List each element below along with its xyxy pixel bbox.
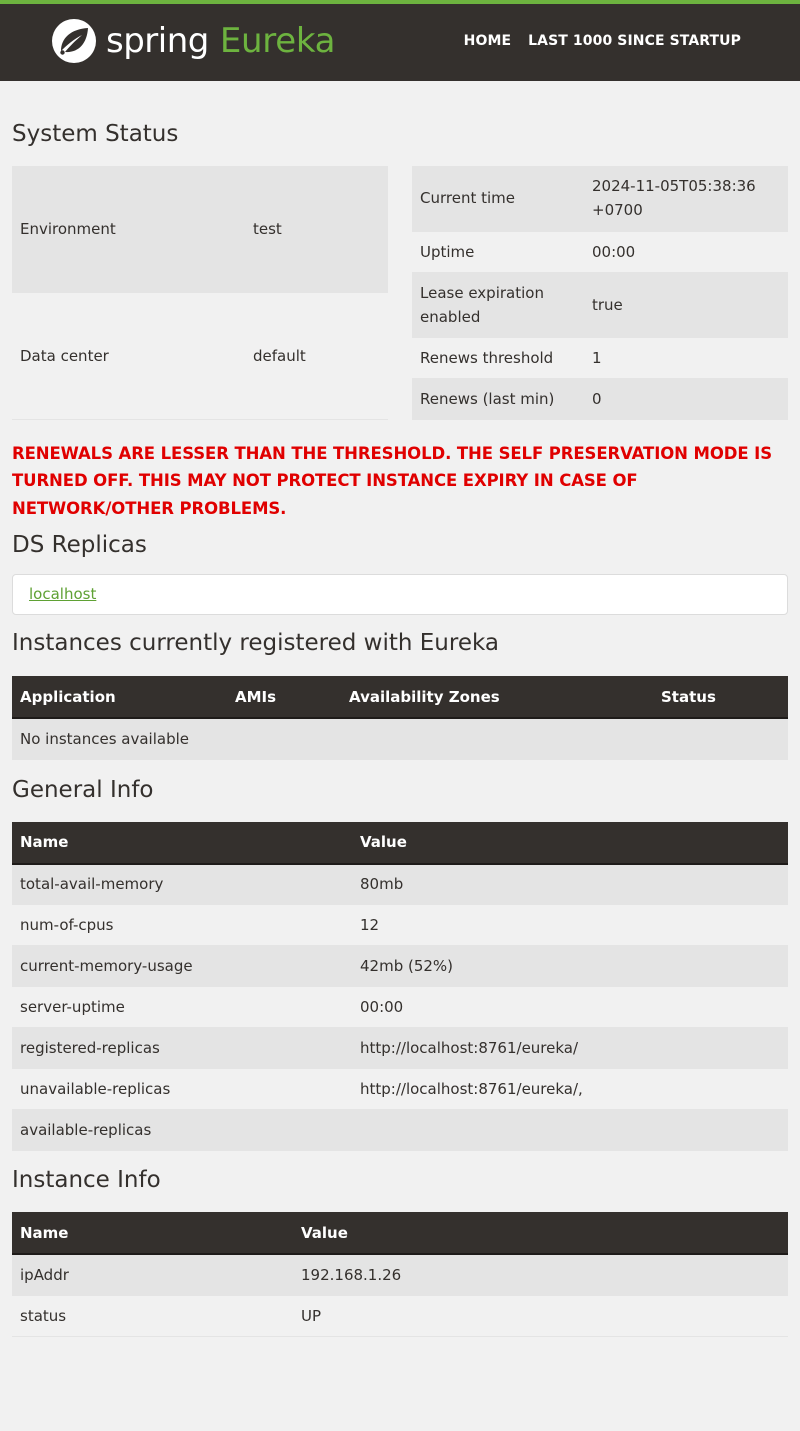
info-name: ipAddr — [12, 1254, 293, 1296]
system-status-left-table: Environment test Data center default — [12, 166, 388, 420]
status-value: 0 — [584, 378, 788, 420]
table-row: ipAddr 192.168.1.26 — [12, 1254, 788, 1296]
nav-last-1000-link[interactable]: LAST 1000 SINCE STARTUP — [528, 33, 741, 49]
table-row: status UP — [12, 1295, 788, 1337]
status-row-lease-expiration: Lease expiration enabled true — [412, 272, 788, 338]
spring-leaf-logo-icon — [52, 19, 96, 63]
replica-link-localhost[interactable]: localhost — [29, 585, 96, 603]
info-name: registered-replicas — [12, 1027, 352, 1069]
general-info-table: Name Value total-avail-memory 80mb num-o… — [12, 821, 788, 1151]
instance-info-header-row: Name Value — [12, 1212, 788, 1255]
column-header-name: Name — [12, 821, 352, 865]
status-key: Environment — [12, 166, 245, 293]
info-name: current-memory-usage — [12, 945, 352, 987]
system-status-right-table: Current time 2024-11-05T05:38:36 +0700 U… — [412, 166, 788, 420]
table-row: total-avail-memory 80mb — [12, 863, 788, 905]
info-value: 192.168.1.26 — [293, 1254, 788, 1296]
status-key: Current time — [412, 166, 584, 232]
column-header-value: Value — [352, 821, 788, 865]
column-header-application: Application — [12, 676, 227, 719]
info-name: available-replicas — [12, 1109, 352, 1151]
instances-table: Application AMIs Availability Zones Stat… — [12, 676, 788, 760]
status-row-renews-last-min: Renews (last min) 0 — [412, 378, 788, 420]
nav-home-link[interactable]: HOME — [464, 33, 512, 49]
main-nav: HOME LAST 1000 SINCE STARTUP — [464, 33, 741, 49]
status-key: Uptime — [412, 231, 584, 273]
instance-info-heading: Instance Info — [12, 1167, 161, 1193]
general-info-heading: General Info — [12, 776, 154, 803]
info-value: http://localhost:8761/eureka/ — [352, 1027, 788, 1069]
status-row-renews-threshold: Renews threshold 1 — [412, 337, 788, 379]
column-header-status: Status — [653, 676, 788, 719]
table-row: No instances available — [12, 718, 788, 760]
status-value: test — [245, 166, 388, 293]
self-preservation-warning: RENEWALS ARE LESSER THAN THE THRESHOLD. … — [12, 443, 772, 518]
info-name: total-avail-memory — [12, 863, 352, 905]
no-instances-message: No instances available — [12, 718, 788, 760]
brand-spring-text: spring — [106, 21, 209, 61]
status-key: Renews threshold — [412, 337, 584, 379]
brand-eureka-text: Eureka — [219, 21, 336, 61]
status-key: Data center — [12, 292, 245, 420]
table-row: current-memory-usage 42mb (52%) — [12, 945, 788, 987]
table-row: unavailable-replicas http://localhost:87… — [12, 1068, 788, 1110]
status-key: Renews (last min) — [412, 378, 584, 420]
main-content: System Status Environment test Data cent… — [0, 121, 800, 1337]
info-name: num-of-cpus — [12, 904, 352, 946]
column-header-amis: AMIs — [227, 676, 341, 719]
instances-heading: Instances currently registered with Eure… — [12, 630, 499, 656]
status-row-data-center: Data center default — [12, 292, 388, 420]
info-name: status — [12, 1295, 293, 1337]
system-status-tables: Environment test Data center default Cur… — [12, 166, 788, 420]
table-row: server-uptime 00:00 — [12, 986, 788, 1028]
info-value — [352, 1109, 788, 1151]
instance-info-table: Name Value ipAddr 192.168.1.26 status UP — [12, 1212, 788, 1337]
info-value: 42mb (52%) — [352, 945, 788, 987]
status-value: default — [245, 292, 388, 420]
column-header-availability-zones: Availability Zones — [341, 676, 653, 719]
table-row: available-replicas — [12, 1109, 788, 1151]
status-value: 1 — [584, 337, 788, 379]
status-row-uptime: Uptime 00:00 — [412, 231, 788, 273]
info-value: 12 — [352, 904, 788, 946]
info-value: 00:00 — [352, 986, 788, 1028]
ds-replicas-list: localhost — [12, 574, 788, 615]
status-value: 2024-11-05T05:38:36 +0700 — [584, 166, 788, 232]
status-row-current-time: Current time 2024-11-05T05:38:36 +0700 — [412, 166, 788, 232]
top-navbar: spring Eureka HOME LAST 1000 SINCE START… — [0, 0, 800, 81]
table-row: num-of-cpus 12 — [12, 904, 788, 946]
system-status-heading: System Status — [12, 121, 179, 147]
info-value: http://localhost:8761/eureka/, — [352, 1068, 788, 1110]
ds-replicas-heading: DS Replicas — [12, 532, 147, 558]
spring-eureka-logo[interactable]: spring Eureka — [51, 18, 335, 64]
info-name: unavailable-replicas — [12, 1068, 352, 1110]
column-header-value: Value — [293, 1212, 788, 1255]
instances-header-row: Application AMIs Availability Zones Stat… — [12, 676, 788, 719]
table-row: registered-replicas http://localhost:876… — [12, 1027, 788, 1069]
info-value: UP — [293, 1295, 788, 1337]
status-value: true — [584, 272, 788, 338]
info-name: server-uptime — [12, 986, 352, 1028]
status-key: Lease expiration enabled — [412, 272, 584, 338]
column-header-name: Name — [12, 1212, 293, 1255]
status-value: 00:00 — [584, 231, 788, 273]
info-value: 80mb — [352, 863, 788, 905]
general-info-header-row: Name Value — [12, 821, 788, 865]
status-row-environment: Environment test — [12, 166, 388, 293]
